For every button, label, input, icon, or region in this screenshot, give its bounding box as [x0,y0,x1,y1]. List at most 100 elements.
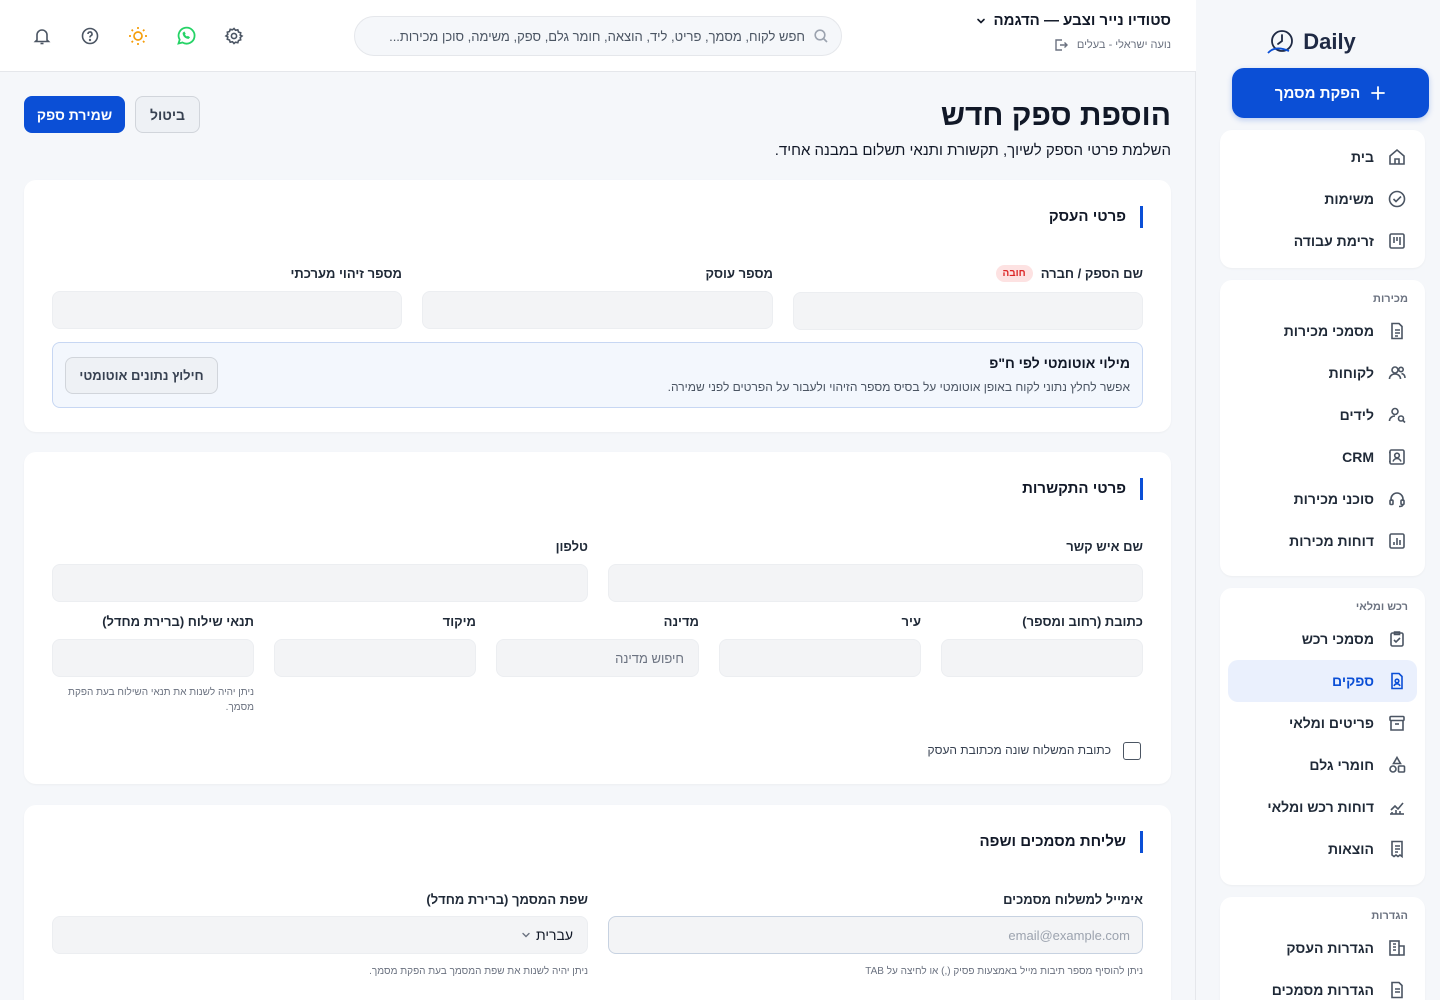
bell-icon[interactable] [30,24,54,48]
contact-name-label: שם איש קשר [1066,539,1143,554]
sidebar-item-label: משימות [1324,191,1374,207]
supplier-name-label-text: שם הספק / חברה [1040,266,1143,281]
sidebar-item-label: ספקים [1332,673,1374,689]
section-title: שליחת מסמכים ושפה [980,831,1143,853]
help-icon[interactable] [78,24,102,48]
business-switcher[interactable]: סטודיו נייר וצבע — הדגמה נועה ישראלי - ב… [975,12,1171,53]
top-header: סטודיו נייר וצבע — הדגמה נועה ישראלי - ב… [0,0,1196,72]
document-language-hint: ניתן יהיה לשנות את שפת המסמך בעת הפקת מס… [369,966,588,977]
sidebar-item-label: בית [1351,149,1374,165]
email-input[interactable]: email@example.com [608,916,1143,954]
section-title: פרטי התקשרות [1022,478,1143,500]
sidebar: Daily הפקת מסמך בית משימות זרימת עבודה מ… [1196,0,1429,1000]
business-details-card: פרטי העסק שם הספק / חברה חובה מספר עוסק … [24,180,1171,432]
autofill-description: אפשר לחלץ נתוני לקוח באופן אוטומטי על בס… [667,380,1130,394]
cancel-button[interactable]: ביטול [135,96,200,133]
supplier-name-label: שם הספק / חברה חובה [995,265,1143,282]
sidebar-item-tasks[interactable]: משימות [1228,178,1417,220]
sidebar-item-crm[interactable]: CRM [1228,436,1417,478]
sidebar-item-inventory[interactable]: פריטים ומלאי [1228,702,1417,744]
nav-group-main: בית משימות זרימת עבודה [1220,130,1425,268]
sidebar-item-expenses[interactable]: הוצאות [1228,828,1417,870]
sidebar-item-label: דוחות מכירות [1289,533,1374,549]
sidebar-item-sales-agents[interactable]: סוכני מכירות [1228,478,1417,520]
sidebar-item-sales-docs[interactable]: מסמכי מכירות [1228,310,1417,352]
create-document-label: הפקת מסמך [1274,84,1361,102]
dealer-number-label: מספר עוסק [705,266,773,281]
sidebar-item-suppliers[interactable]: ספקים [1228,660,1417,702]
chevron-down-icon [977,18,986,24]
phone-input[interactable] [52,564,588,602]
page-subtitle: השלמת פרטי הספק לשיוך, תקשורת ותנאי תשלו… [774,142,1171,159]
city-input[interactable] [719,639,921,677]
document-icon [1386,320,1408,342]
sidebar-item-label: לקוחות [1328,365,1374,381]
shipping-terms-label: תנאי שילוח (ברירת מחדל) [102,614,254,629]
user-search-icon [1386,404,1408,426]
document-language-value: עברית [535,927,573,943]
check-circle-icon [1386,188,1408,210]
sidebar-item-label: הגדרות העסק [1286,940,1374,956]
sidebar-item-label: מסמכי רכש [1301,631,1374,647]
save-supplier-button[interactable]: שמירת ספק [24,96,125,133]
autofill-panel: מילוי אוטומטי לפי ח"פ אפשר לחלץ נתוני לק… [52,342,1143,408]
different-shipping-address-checkbox[interactable] [1123,742,1141,760]
sidebar-item-label: סוכני מכירות [1293,491,1374,507]
required-badge: חובה [995,265,1033,282]
sidebar-item-customers[interactable]: לקוחות [1228,352,1417,394]
gear-icon[interactable] [222,24,246,48]
archive-icon [1386,712,1408,734]
sidebar-item-label: מסמכי מכירות [1283,323,1374,339]
system-id-label: מספר זיהוי מערכתי [290,266,402,281]
sidebar-item-workflow[interactable]: זרימת עבודה [1228,220,1417,262]
documents-language-card: שליחת מסמכים ושפה אימייל למשלוח מסמכים e… [24,805,1171,1000]
sidebar-item-label: הוצאות [1327,841,1374,857]
sidebar-item-sales-reports[interactable]: דוחות מכירות [1228,520,1417,562]
sidebar-item-purchase-reports[interactable]: דוחות רכש ומלאי [1228,786,1417,828]
sidebar-item-label: פריטים ומלאי [1289,715,1374,731]
nav-group-sales: מכירות מסמכי מכירות לקוחות לידים CRM סוכ… [1220,280,1425,576]
sidebar-item-purchase-docs[interactable]: מסמכי רכש [1228,618,1417,660]
document-language-select[interactable]: עברית [52,916,588,954]
global-search[interactable] [354,16,842,56]
nav-group-settings: הגדרות הגדרות העסק הגדרות מסמכים [1220,897,1425,1000]
shapes-icon [1386,754,1408,776]
bar-chart-icon [1386,530,1408,552]
search-input[interactable] [367,28,805,44]
document-settings-icon [1386,979,1408,1000]
sidebar-item-document-settings[interactable]: הגדרות מסמכים [1228,969,1417,1000]
system-id-input[interactable] [52,291,402,329]
page-title: הוספת ספק חדש [940,99,1171,132]
sidebar-item-business-settings[interactable]: הגדרות העסק [1228,927,1417,969]
sidebar-item-leads[interactable]: לידים [1228,394,1417,436]
header-actions [30,24,246,48]
sidebar-item-raw-materials[interactable]: חומרי גלם [1228,744,1417,786]
address-input[interactable] [941,639,1143,677]
country-search-input[interactable]: חיפוש מדינה [496,639,699,677]
sun-icon[interactable] [126,24,150,48]
brand-logo[interactable]: Daily [1196,20,1425,64]
contact-name-input[interactable] [608,564,1143,602]
dealer-number-input[interactable] [422,291,773,329]
sidebar-item-home[interactable]: בית [1228,136,1417,178]
nav-group-purchasing: רכש ומלאי מסמכי רכש ספקים פריטים ומלאי ח… [1220,588,1425,885]
supplier-name-input[interactable] [793,292,1143,330]
line-chart-icon [1386,796,1408,818]
shipping-terms-hint: ניתן יהיה לשנות את תנאי השילוח בעת הפקת … [68,687,254,713]
zip-input[interactable] [274,639,476,677]
shipping-terms-select[interactable] [52,639,254,677]
clock-logo-icon [1267,30,1294,54]
user-role-text: נועה ישראלי - בעלים [1076,39,1171,51]
document-language-label: שפת המסמך (ברירת מחדל) [426,892,588,907]
whatsapp-icon[interactable] [174,24,198,48]
business-name: סטודיו נייר וצבע — הדגמה [993,12,1171,29]
nav-section-title: רכש ומלאי [1355,601,1408,613]
logout-icon[interactable] [1053,37,1069,53]
chevron-down-icon [522,932,530,938]
create-document-button[interactable]: הפקת מסמך [1232,68,1429,118]
autofill-extract-button[interactable]: חילוץ נתונים אוטומטי [65,357,218,394]
country-label: מדינה [663,614,699,629]
sidebar-item-label: CRM [1342,449,1374,465]
city-label: עיר [901,614,921,629]
contact-card-icon [1386,446,1408,468]
